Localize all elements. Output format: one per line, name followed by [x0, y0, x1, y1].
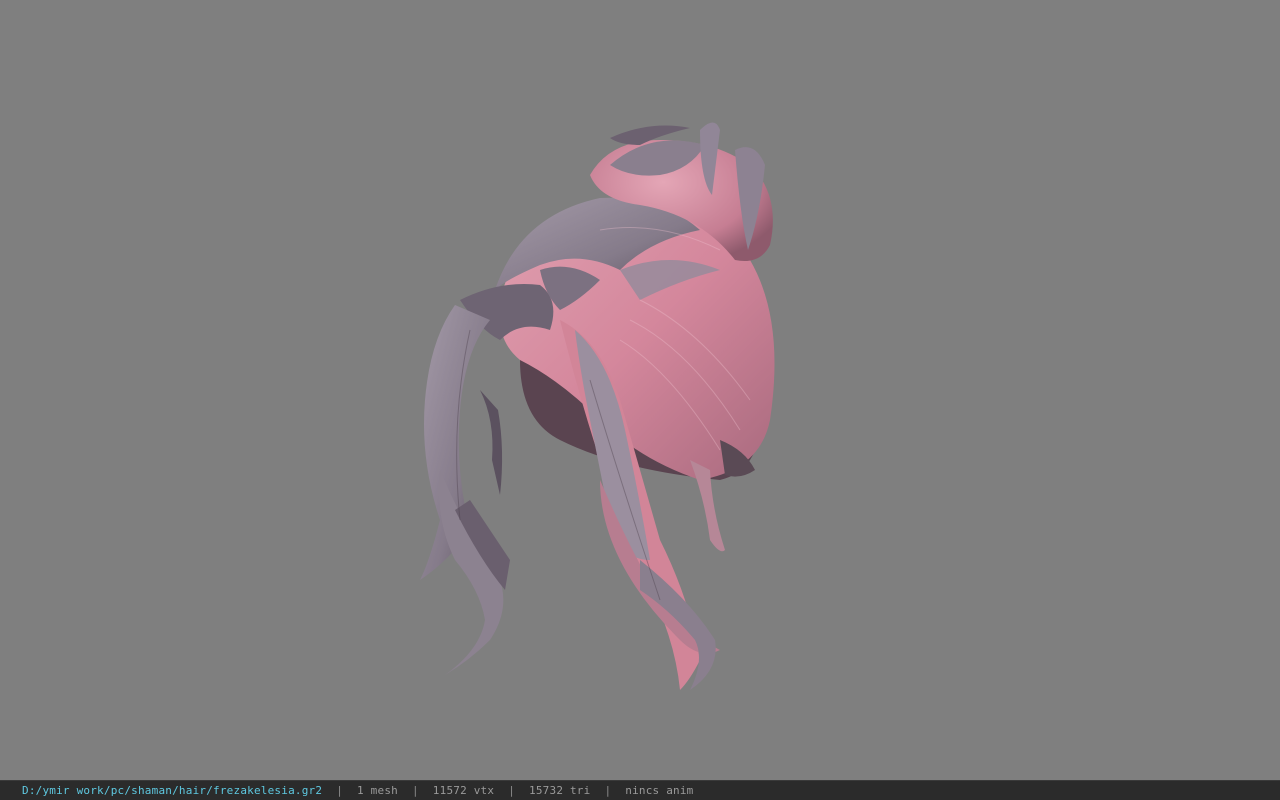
- file-path: D:/ymir work/pc/shaman/hair/frezakelesia…: [22, 784, 323, 797]
- separator: |: [411, 784, 419, 797]
- separator: |: [604, 784, 612, 797]
- 3d-viewport[interactable]: [0, 0, 1280, 780]
- status-bar: D:/ymir work/pc/shaman/hair/frezakelesia…: [0, 780, 1280, 800]
- mesh-count: 1 mesh: [357, 784, 398, 797]
- separator: |: [336, 784, 344, 797]
- hair-model-render: [420, 122, 775, 690]
- vertex-count: 11572 vtx: [432, 784, 495, 797]
- triangle-count: 15732 tri: [529, 784, 591, 797]
- separator: |: [508, 784, 516, 797]
- anim-status: nincs anim: [625, 784, 694, 797]
